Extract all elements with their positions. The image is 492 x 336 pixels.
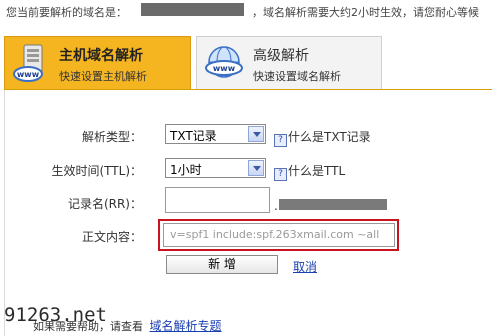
tab-title: 高级解析	[253, 48, 309, 64]
help-footer: 如果需要帮助，请查看 域名解析专题	[33, 317, 222, 334]
www-globe-icon: www	[205, 46, 243, 78]
content-value: v=spf1 include:spf.263xmail.com ~all	[170, 228, 380, 241]
record-type-select[interactable]: TXT记录	[165, 124, 266, 144]
svg-text:www: www	[213, 64, 236, 73]
tab-advanced-resolution[interactable]: www 高级解析 快速设置域名解析	[196, 36, 382, 90]
tab-host-resolution[interactable]: www 主机域名解析 快速设置主机解析	[4, 36, 191, 90]
svg-text:www: www	[17, 70, 40, 79]
tab-title: 主机域名解析	[59, 48, 143, 64]
content-label: 正文内容：	[81, 230, 142, 244]
tab-bar: www 主机域名解析 快速设置主机解析 www 高级解析 快速设置域名解析	[4, 36, 492, 90]
help-txt-text: 什么是TXT记录	[288, 130, 371, 144]
tab-subtitle: 快速设置主机解析	[59, 70, 147, 83]
chevron-down-icon[interactable]	[248, 160, 264, 176]
rr-separator: .	[274, 199, 278, 213]
chevron-down-icon[interactable]	[248, 126, 264, 142]
ttl-select[interactable]: 1小时	[165, 158, 266, 178]
help-txt-record[interactable]: ? 什么是TXT记录	[274, 128, 371, 147]
help-ttl-text: 什么是TTL	[288, 164, 346, 178]
footer-link[interactable]: 域名解析专题	[150, 319, 222, 333]
www-server-icon: www	[13, 44, 43, 82]
footer-text: 如果需要帮助，请查看	[33, 320, 143, 333]
question-icon: ?	[274, 134, 287, 147]
notice-suffix: ，域名解析需要大约2小时生效，请您耐心等候	[252, 6, 479, 19]
rr-input[interactable]	[165, 187, 270, 213]
record-type-value: TXT记录	[170, 129, 217, 143]
cancel-link[interactable]: 取消	[293, 258, 317, 275]
ttl-value: 1小时	[170, 163, 202, 177]
redacted-domain-suffix	[279, 199, 387, 210]
rr-label: 记录名(RR)：	[67, 197, 142, 211]
question-icon: ?	[274, 168, 287, 181]
notice-prefix: 您当前要解析的域名是：	[6, 6, 127, 19]
record-type-label: 解析类型：	[81, 130, 142, 144]
notice-bar: 您当前要解析的域名是： ，域名解析需要大约2小时生效，请您耐心等候	[0, 0, 492, 24]
help-ttl[interactable]: ? 什么是TTL	[274, 162, 345, 181]
content-input[interactable]: v=spf1 include:spf.263xmail.com ~all	[163, 223, 395, 247]
redacted-domain	[141, 3, 244, 16]
tab-subtitle: 快速设置域名解析	[253, 70, 341, 83]
add-button[interactable]: 新 增	[166, 255, 278, 274]
ttl-label: 生效时间(TTL)：	[51, 164, 143, 178]
